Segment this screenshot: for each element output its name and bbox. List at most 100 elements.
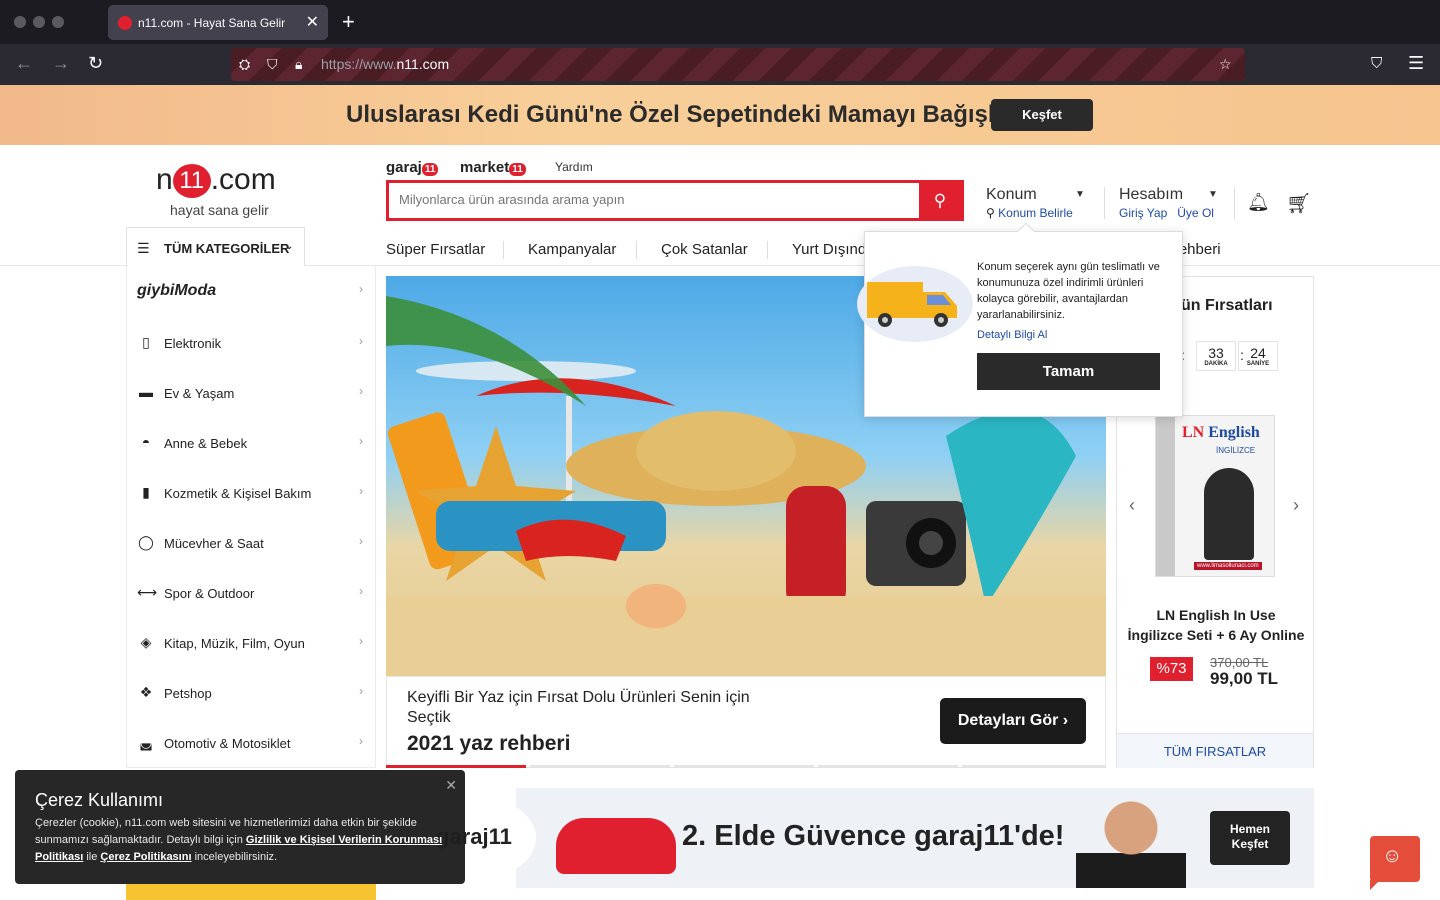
lock-icon[interactable]: 🔒︎ <box>295 56 302 73</box>
category-label: Kitap, Müzik, Film, Oyun <box>164 636 305 651</box>
cart-icon[interactable]: 🛒︎ <box>1286 191 1311 216</box>
hero-details-button[interactable]: Detayları Gör › <box>940 698 1086 744</box>
chevron-left-icon[interactable]: ‹ <box>1129 495 1135 516</box>
n11-logo[interactable]: n 11 .com <box>156 163 276 199</box>
account-caret-icon[interactable]: ▼ <box>1208 189 1218 200</box>
deals-title: ün Fırsatları <box>1181 297 1273 314</box>
promo-discover-button[interactable]: Keşfet <box>991 99 1093 131</box>
account-menu[interactable]: Hesabım Giriş Yap Üye Ol <box>1119 186 1214 220</box>
chat-button[interactable]: ☺ <box>1370 836 1420 890</box>
set-location-link[interactable]: Konum Belirle <box>998 206 1073 220</box>
login-link[interactable]: Giriş Yap <box>1119 206 1167 220</box>
back-icon[interactable]: ← <box>15 53 33 74</box>
product-image[interactable]: LN English İNGİLİZCE www.limasollunaci.c… <box>1155 415 1275 577</box>
popup-text: Konum seçerek aynı gün teslimatlı ve kon… <box>977 261 1160 321</box>
close-icon[interactable]: ✕ <box>445 777 457 794</box>
hero-slide-indicator[interactable] <box>818 765 958 768</box>
hero-slide-indicator[interactable] <box>530 765 670 768</box>
category-jewelry[interactable]: ◯ Mücevher & Saat › <box>127 518 377 568</box>
category-mother-baby[interactable]: ◓ Anne & Bebek › <box>127 418 377 468</box>
help-link[interactable]: Yardım <box>555 160 593 174</box>
old-price: 370,00 TL <box>1210 655 1269 670</box>
chevron-right-icon: › <box>359 584 363 598</box>
divider <box>767 241 768 259</box>
location-caret-icon[interactable]: ▼ <box>1075 189 1085 200</box>
category-label: Ev & Yaşam <box>164 386 235 401</box>
window-close-dot[interactable] <box>14 16 26 28</box>
ladybug-favicon-icon <box>118 16 132 30</box>
search-input[interactable] <box>399 192 909 207</box>
hero-slide-indicator[interactable] <box>386 765 526 768</box>
category-books[interactable]: ◈ Kitap, Müzik, Film, Oyun › <box>127 618 377 668</box>
bookmark-star-icon[interactable]: ☆ <box>1219 56 1232 73</box>
garaj11-banner[interactable]: garaj11 2. Elde Güvence garaj11'de! Heme… <box>386 788 1314 888</box>
hero-slide-indicator[interactable] <box>674 765 814 768</box>
hero-caption: Keyifli Bir Yaz için Fırsat Dolu Ürünler… <box>386 676 1106 768</box>
window-maximize-dot[interactable] <box>52 16 64 28</box>
category-label: giybiModa <box>137 282 217 299</box>
book-site: www.limasollunaci.com <box>1194 562 1262 570</box>
shield-icon[interactable]: ⛉ <box>267 56 278 73</box>
account-title: Hesabım <box>1119 186 1184 203</box>
signup-link[interactable]: Üye Ol <box>1177 206 1214 220</box>
category-home[interactable]: ▬ Ev & Yaşam › <box>127 368 377 418</box>
bottle-icon: ▮ <box>142 484 150 500</box>
search-icon: ⚲ <box>933 191 947 210</box>
discount-badge: %73 <box>1150 657 1193 681</box>
menu-icon[interactable]: ☰ <box>1408 53 1424 74</box>
search-button[interactable]: ⚲ <box>919 183 961 218</box>
category-petshop[interactable]: ❖ Petshop › <box>127 668 377 718</box>
chevron-right-icon[interactable]: › <box>1293 495 1299 516</box>
new-tab-icon[interactable]: + <box>342 9 355 35</box>
cookie-policy-link[interactable]: Çerez Politikasını <box>100 851 191 863</box>
promo-banner[interactable]: Uluslarası Kedi Günü'ne Özel Sepetindeki… <box>0 85 1440 145</box>
tab-close-icon[interactable]: ✕ <box>306 12 319 32</box>
category-label: Elektronik <box>164 336 222 351</box>
garaj11-link[interactable]: garaj 11 <box>386 159 439 176</box>
url-bar[interactable]: ⛭ ⛉ 🔒︎ https://www.n11.com ☆ <box>231 48 1245 81</box>
map-pin-icon: ⚲ <box>986 206 995 220</box>
nav-best-sellers[interactable]: Çok Satanlar <box>661 241 748 258</box>
cookie-body: Çerezler (cookie), n11.com web sitesini … <box>35 817 443 863</box>
all-deals-link[interactable]: TÜM FIRSATLAR <box>1117 733 1313 768</box>
browser-tab[interactable]: n11.com - Hayat Sana Gelir ✕ <box>108 5 328 40</box>
market11-link[interactable]: market 11 <box>460 159 526 176</box>
more-info-link[interactable]: Detaylı Bilgi Al <box>977 329 1047 341</box>
category-sports[interactable]: ⟷ Spor & Outdoor › <box>127 568 377 618</box>
promo-text: Uluslarası Kedi Günü'ne Özel Sepetindeki… <box>346 101 1008 128</box>
category-cosmetics[interactable]: ▮ Kozmetik & Kişisel Bakım › <box>127 468 377 518</box>
hero-slide-indicator[interactable] <box>962 765 1106 768</box>
all-categories-button[interactable]: ☰ TÜM KATEGORİLER ⌄ <box>126 227 305 267</box>
bell-icon[interactable]: 🔔︎ <box>1247 192 1270 213</box>
forward-icon[interactable]: → <box>52 53 70 74</box>
all-categories-label: TÜM KATEGORİLER <box>164 241 290 256</box>
category-giybi[interactable]: giybiModa › <box>127 266 377 316</box>
category-label: Kozmetik & Kişisel Bakım <box>164 486 312 501</box>
countdown-minutes: 33 DAKİKA <box>1196 341 1236 371</box>
pocket-icon[interactable]: ⛉ <box>1371 55 1382 72</box>
category-label: Mücevher & Saat <box>164 536 264 551</box>
tab-title: n11.com - Hayat Sana Gelir <box>138 16 286 30</box>
reload-icon[interactable]: ↻ <box>88 53 103 74</box>
location-menu[interactable]: Konum ⚲ Konum Belirle <box>986 186 1073 220</box>
browser-nav-bar: ← → ↻ ⛭ ⛉ 🔒︎ https://www.n11.com ☆ ⛉ ☰ <box>0 44 1440 85</box>
window-minimize-dot[interactable] <box>33 16 45 28</box>
sidebar-bottom-banner[interactable] <box>126 884 376 900</box>
delivery-truck-icon <box>857 266 973 342</box>
ok-button[interactable]: Tamam <box>977 353 1160 390</box>
nav-super-deals[interactable]: Süper Fırsatlar <box>386 241 485 258</box>
site-header: n 11 .com hayat sana gelir garaj 11 market 1… <box>0 145 1440 267</box>
category-automotive[interactable]: ◛ Otomotiv & Motosiklet › <box>127 718 377 768</box>
chevron-right-icon: › <box>1062 712 1069 729</box>
chevron-right-icon: › <box>359 734 363 748</box>
garaj-discover-button[interactable]: Hemen Keşfet <box>1210 811 1290 865</box>
chevron-right-icon: › <box>359 434 363 448</box>
chat-tail <box>1370 880 1380 890</box>
category-electronics[interactable]: ▯ Elektronik › <box>127 318 377 368</box>
car-illustration <box>556 818 676 874</box>
dumbbell-icon: ⟷ <box>137 584 158 600</box>
chevron-right-icon: › <box>359 384 363 398</box>
search-box[interactable]: ⚲ <box>386 180 964 221</box>
nav-campaigns[interactable]: Kampanyalar <box>528 241 616 258</box>
product-name[interactable]: LN English In Use İngilizce Seti + 6 Ay O… <box>1117 605 1315 645</box>
